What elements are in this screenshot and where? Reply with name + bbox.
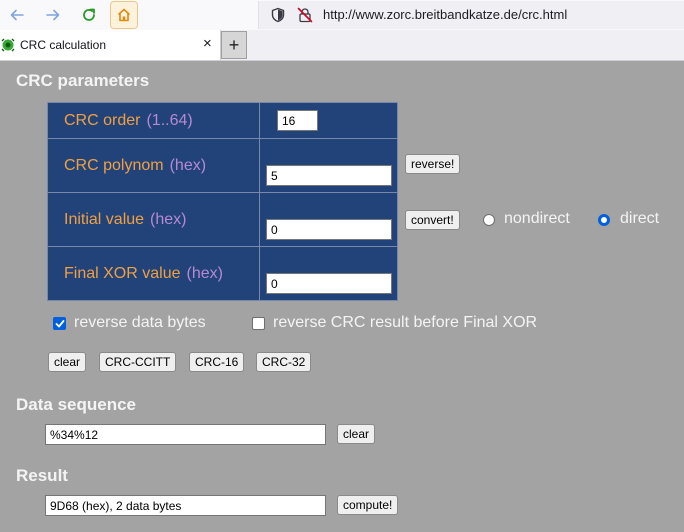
crc-order-hint: (1..64): [146, 111, 193, 129]
final-xor-input[interactable]: [266, 273, 392, 294]
initial-value-value-cell: [259, 192, 398, 247]
reverse-data-bytes-checkbox[interactable]: [53, 317, 66, 330]
new-tab-button[interactable]: +: [221, 31, 247, 59]
initial-value-label-cell: Initial value (hex): [47, 192, 260, 247]
preset-clear-button[interactable]: clear: [48, 352, 87, 372]
favicon-icon: [1, 38, 15, 52]
crc-order-value-cell: [259, 102, 398, 139]
data-sequence-clear-button[interactable]: clear: [337, 424, 376, 444]
nondirect-label: nondirect: [504, 210, 570, 227]
data-sequence-heading: Data sequence: [16, 395, 136, 414]
crc-order-row: CRC order (1..64): [47, 102, 398, 139]
home-icon: [117, 8, 131, 22]
direct-radio[interactable]: [598, 214, 610, 226]
crc-polynom-value-cell: [259, 138, 398, 193]
tab-title: CRC calculation: [20, 38, 107, 52]
reverse-data-bytes-label: reverse data bytes: [74, 314, 206, 331]
address-bar[interactable]: http://www.zorc.breitbandkatze.de/crc.ht…: [258, 1, 684, 29]
final-xor-label-cell: Final XOR value (hex): [47, 246, 260, 301]
crc-polynom-input[interactable]: [266, 165, 392, 186]
preset-crc-16-button[interactable]: CRC-16: [189, 352, 245, 372]
tab-crc-calculation[interactable]: CRC calculation ×: [0, 30, 221, 60]
crc-polynom-row: CRC polynom (hex): [47, 138, 398, 193]
checkmark-icon: [55, 320, 65, 328]
initial-value-row: Initial value (hex): [47, 192, 398, 247]
crc-polynom-hint: (hex): [169, 156, 207, 174]
reverse-crc-result-checkbox[interactable]: [252, 317, 265, 330]
back-button[interactable]: [3, 1, 31, 29]
reload-icon: [83, 8, 95, 21]
crc-order-label: CRC order: [64, 111, 141, 129]
initial-value-label: Initial value: [64, 210, 145, 228]
shield-icon: [271, 7, 285, 23]
final-xor-row: Final XOR value (hex): [47, 246, 398, 301]
crc-polynom-label-cell: CRC polynom (hex): [47, 138, 260, 193]
initial-value-hint: (hex): [150, 210, 187, 228]
final-xor-value-cell: [259, 246, 398, 301]
initial-value-input[interactable]: [266, 219, 392, 240]
result-output[interactable]: [45, 495, 326, 516]
navigation-toolbar: http://www.zorc.breitbandkatze.de/crc.ht…: [0, 0, 684, 31]
crc-parameters-table: CRC order (1..64) CRC polynom (hex) Initia…: [47, 102, 398, 301]
home-button[interactable]: [110, 1, 138, 29]
page-content: CRC parameters CRC order (1..64) CRC poly…: [0, 61, 684, 532]
arrow-left-icon: [10, 9, 24, 21]
compute-button[interactable]: compute!: [337, 495, 399, 515]
preset-crc-ccitt-button[interactable]: CRC-CCITT: [99, 352, 177, 372]
close-tab-icon[interactable]: ×: [203, 36, 212, 52]
direct-label: direct: [620, 210, 660, 227]
preset-crc-32-button[interactable]: CRC-32: [256, 352, 312, 372]
final-xor-label: Final XOR value: [64, 264, 181, 282]
reverse-polynom-button[interactable]: reverse!: [405, 154, 461, 174]
reverse-crc-result-label: reverse CRC result before Final XOR: [273, 314, 538, 331]
reload-button[interactable]: [75, 1, 103, 29]
insecure-lock-icon: [297, 7, 313, 23]
data-sequence-input[interactable]: [45, 424, 326, 445]
result-heading: Result: [16, 466, 68, 485]
final-xor-hint: (hex): [186, 264, 223, 282]
crc-order-input[interactable]: [277, 110, 318, 131]
browser-window: http://www.zorc.breitbandkatze.de/crc.ht…: [0, 0, 684, 532]
forward-button[interactable]: [39, 1, 67, 29]
crc-parameters-heading: CRC parameters: [16, 71, 150, 90]
tab-strip: CRC calculation × +: [0, 30, 684, 61]
arrow-right-icon: [46, 9, 60, 21]
url-text[interactable]: http://www.zorc.breitbandkatze.de/crc.ht…: [323, 7, 567, 22]
nondirect-radio[interactable]: [483, 214, 495, 226]
crc-polynom-label: CRC polynom: [64, 156, 164, 174]
convert-initial-button[interactable]: convert!: [405, 210, 460, 230]
crc-order-label-cell: CRC order (1..64): [47, 102, 260, 139]
